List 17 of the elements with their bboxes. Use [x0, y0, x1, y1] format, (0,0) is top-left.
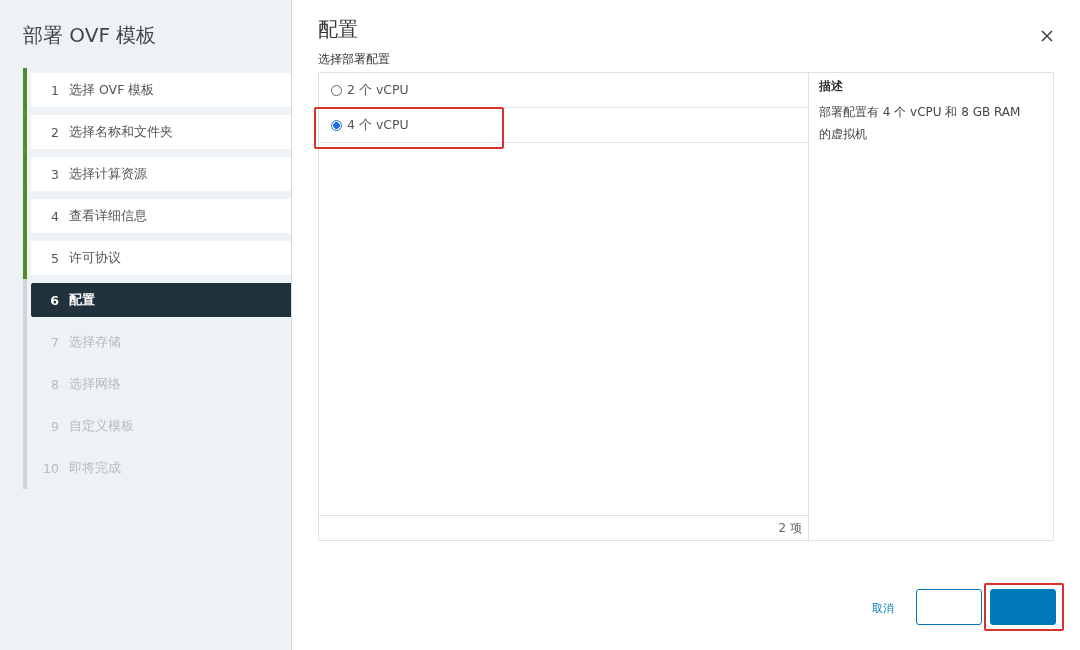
wizard-step[interactable]: 6 配置 [31, 283, 291, 317]
item-count: 2 项 [778, 519, 802, 537]
wizard-step[interactable]: 4 查看详细信息 [31, 199, 291, 233]
wizard-step[interactable]: 3 选择计算资源 [31, 157, 291, 191]
radio-option[interactable]: 4 个 vCPU [331, 116, 409, 134]
section-label: 选择部署配置 [318, 51, 391, 68]
button[interactable] [916, 589, 982, 625]
radio-option[interactable]: 2 个 vCPU [331, 81, 409, 99]
description-heading: 描述 [819, 78, 844, 95]
description-text: 部署配置有 4 个 vCPU 和 8 GB RAM 的虚拟机 [819, 104, 1022, 143]
wizard-step[interactable]: 1 选择 OVF 模板 [31, 73, 291, 107]
cancel-link[interactable]: 取消 [858, 590, 908, 626]
wizard-step[interactable]: 5 许可协议 [31, 241, 291, 275]
wizard-title: 部署 OVF 模板 [23, 22, 158, 49]
close-icon[interactable] [1040, 27, 1054, 42]
wizard-step[interactable]: 2 选择名称和文件夹 [31, 115, 291, 149]
page-title: 配置 [318, 16, 358, 43]
